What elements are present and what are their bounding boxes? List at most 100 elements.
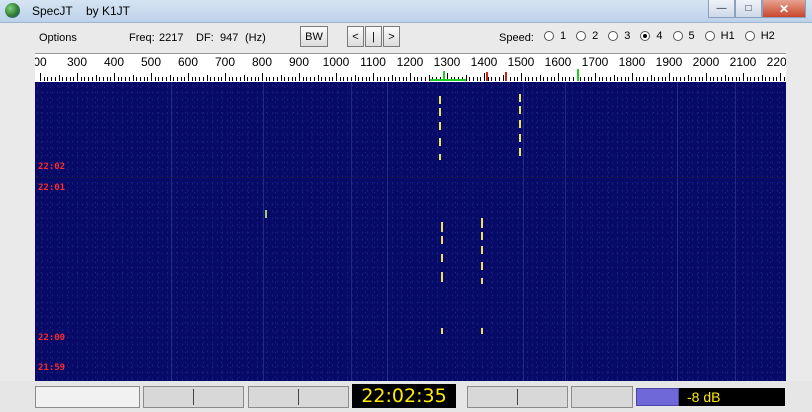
scale-tick: [417, 77, 419, 81]
scale-tick: [195, 77, 197, 81]
scale-tick: [273, 77, 275, 81]
scale-tick: [262, 73, 263, 81]
scale-tick: [324, 77, 326, 81]
title-bar: SpecJT by K1JT — □ ✕: [0, 0, 812, 23]
signal-trace: [441, 272, 443, 282]
scale-tick: [609, 77, 611, 81]
scale-tick-label: 2000: [692, 55, 720, 69]
slider-thumb[interactable]: [517, 389, 518, 405]
waterfall-display[interactable]: 22:02 22:01 22:00 21:59: [35, 82, 786, 381]
scale-tick: [628, 77, 630, 81]
frequency-marker: [505, 72, 507, 81]
scale-tick: [624, 77, 626, 81]
df-label: DF:: [196, 32, 214, 44]
scale-tick: [84, 77, 86, 81]
scale-tick: [472, 77, 474, 81]
scale-tick: [276, 77, 278, 81]
scale-tick: [772, 77, 774, 81]
speed-radio-5[interactable]: [672, 31, 683, 41]
scale-tick: [602, 77, 604, 81]
scale-tick: [398, 77, 400, 81]
speed-radio-4[interactable]: [640, 31, 651, 41]
scale-tick: [369, 77, 371, 81]
globe-icon[interactable]: [5, 3, 20, 18]
speed-radio-h2[interactable]: [744, 31, 755, 41]
options-menu[interactable]: Options: [39, 32, 77, 44]
scale-tick: [657, 77, 659, 81]
signal-trace: [439, 96, 441, 104]
signal-trace: [439, 138, 441, 146]
speed-radio-label: 1: [560, 30, 567, 42]
scale-tick-label: 00: [35, 55, 47, 69]
df-unit: (Hz): [245, 32, 266, 44]
scale-tick: [228, 77, 230, 81]
slider-panel[interactable]: [467, 386, 568, 408]
scale-tick: [502, 75, 504, 81]
signal-trace: [439, 122, 441, 130]
scale-tick-label: 1300: [433, 55, 461, 69]
center-button[interactable]: |: [365, 26, 382, 47]
scale-tick: [58, 75, 60, 81]
scale-tick: [232, 77, 234, 81]
speed-radio-group: 1 2 3 4 5 H1 H2: [544, 30, 785, 42]
scale-tick: [421, 77, 423, 81]
scale-tick: [728, 77, 730, 81]
signal-trace: [519, 134, 521, 142]
scale-tick: [339, 77, 341, 81]
scale-tick-label: 1400: [470, 55, 498, 69]
scale-tick: [180, 77, 182, 81]
scale-tick: [595, 73, 596, 81]
scale-tick: [591, 77, 593, 81]
utc-clock: 22:02:35: [352, 384, 456, 408]
scale-tick: [291, 77, 293, 81]
waterfall-column-line: [523, 82, 524, 381]
scale-tick-label: 700: [214, 55, 236, 69]
scale-tick: [80, 77, 82, 81]
bw-button[interactable]: BW: [300, 26, 328, 47]
scale-tick: [287, 77, 289, 81]
next-button[interactable]: >: [383, 26, 400, 47]
noise-texture: [35, 82, 786, 381]
scale-tick: [317, 75, 319, 81]
speed-radio-label: H1: [720, 30, 735, 42]
speed-radio-h1[interactable]: [704, 31, 715, 41]
scale-tick: [713, 77, 715, 81]
prev-button[interactable]: <: [347, 26, 364, 47]
scale-tick: [102, 77, 104, 81]
scale-tick: [539, 75, 541, 81]
scale-tick-label: 600: [177, 55, 199, 69]
scale-tick: [250, 77, 252, 81]
scale-tick: [43, 77, 45, 81]
scale-tick-label: 1200: [396, 55, 424, 69]
scale-tick: [558, 73, 559, 81]
speed-radio-3[interactable]: [608, 31, 619, 41]
freq-label: Freq:: [129, 32, 155, 44]
waterfall-column-line: [263, 82, 264, 381]
scale-tick: [350, 77, 352, 81]
slider-panel[interactable]: [248, 386, 349, 408]
scale-tick: [106, 77, 108, 81]
signal-level-bar: [636, 388, 679, 406]
scale-tick: [469, 77, 471, 81]
signal-trace: [439, 154, 441, 160]
scale-tick: [191, 77, 193, 81]
close-button[interactable]: ✕: [762, 0, 806, 18]
signal-trace: [481, 232, 483, 240]
scale-tick: [717, 77, 719, 81]
scale-tick: [498, 77, 500, 81]
scale-tick: [206, 75, 208, 81]
scale-tick: [188, 73, 189, 81]
speed-radio-2[interactable]: [576, 31, 587, 41]
maximize-button[interactable]: □: [735, 0, 762, 18]
scale-tick: [554, 77, 556, 81]
slider-thumb[interactable]: [193, 389, 194, 405]
minimize-button[interactable]: —: [708, 0, 735, 18]
slider-thumb[interactable]: [298, 389, 299, 405]
scale-tick: [757, 77, 759, 81]
speed-radio-1[interactable]: [544, 31, 554, 41]
slider-panel[interactable]: [143, 386, 244, 408]
frequency-scale[interactable]: 00 300 400 500 600 700 800 900 1000 1100 1200 1300 1…: [35, 53, 786, 83]
scale-tick: [136, 77, 138, 81]
scale-tick: [343, 77, 345, 81]
scale-tick: [121, 77, 123, 81]
